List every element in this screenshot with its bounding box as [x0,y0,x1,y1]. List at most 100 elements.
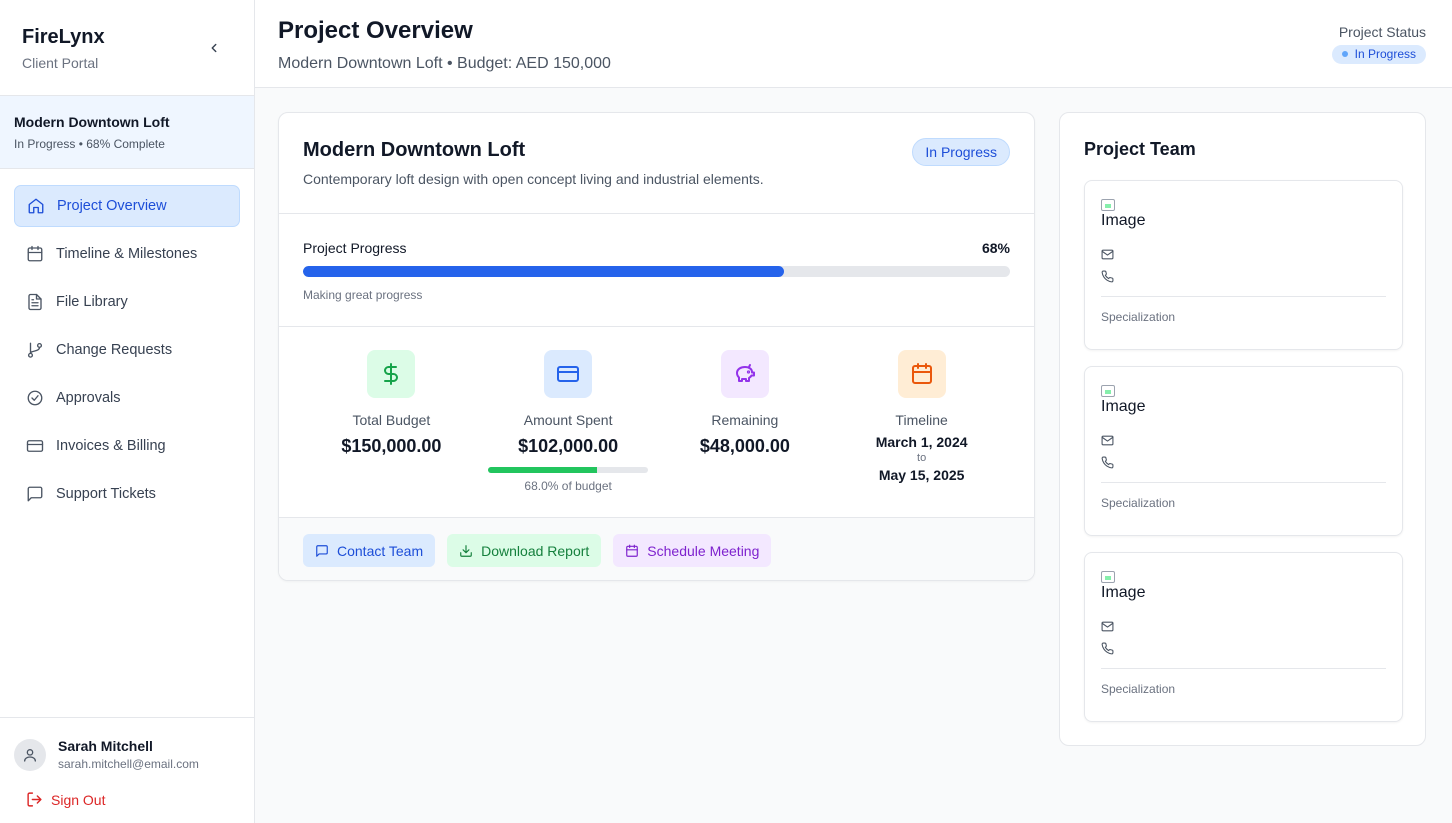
collapse-sidebar-button[interactable] [204,38,224,58]
phone-icon [1101,642,1114,654]
progress-label: Project Progress [303,240,407,256]
brand-subtitle: Client Portal [22,55,99,71]
contact-team-label: Contact Team [337,542,424,559]
member-email[interactable] [1101,243,1386,265]
brand-name: FireLynx [22,26,105,48]
member-specialization: Specialization [1101,496,1176,510]
phone-icon [1101,270,1114,282]
file-icon [26,293,44,311]
download-report-label: Download Report [481,542,590,559]
piggy-bank-icon [720,350,769,398]
sidebar-item-label: Support Tickets [56,486,156,502]
project-description: Contemporary loft design with open conce… [303,171,764,187]
project-summary[interactable]: Modern Downtown Loft In Progress • 68% C… [0,96,254,169]
mail-icon [1101,621,1114,631]
project-actions: Contact Team Download Report Schedule Me… [279,518,1034,580]
sidebar-item-timeline[interactable]: Timeline & Milestones [14,233,240,275]
brand: FireLynx Client Portal [0,0,254,96]
chevron-left-icon [211,43,217,53]
spent-note: 68.0% of budget [524,479,612,493]
spent-bar [488,467,649,473]
sidebar-item-approvals[interactable]: Approvals [14,377,240,419]
stat-value: $102,000.00 [518,436,619,456]
sidebar-item-invoices[interactable]: Invoices & Billing [14,425,240,467]
member-phone[interactable] [1101,451,1386,473]
member-image: Image [1101,385,1149,429]
sidebar-item-project-overview[interactable]: Project Overview [14,185,240,227]
mail-icon [1101,249,1114,259]
status-dot-icon [1341,51,1348,57]
sidebar-item-file-library[interactable]: File Library [14,281,240,323]
page-header: Project Overview Modern Downtown Loft • … [255,0,1452,88]
member-image-alt: Image [1101,398,1146,415]
member-specialization: Specialization [1101,682,1176,696]
phone-icon [1101,456,1114,468]
download-icon [459,544,473,558]
timeline-to: to [917,452,927,464]
member-image-alt: Image [1101,212,1146,229]
project-status: Project Status In Progress [1331,24,1426,64]
member-specialization: Specialization [1101,310,1176,324]
stat-amount-spent: Amount Spent $102,000.00 68.0% of budget [480,350,657,517]
project-status-label: Project Status [1338,24,1426,40]
sign-out-button[interactable]: Sign Out [26,791,240,808]
user-email: sarah.mitchell@email.com [58,757,199,771]
user-name: Sarah Mitchell [58,738,153,754]
download-report-button[interactable]: Download Report [447,534,602,567]
calendar-icon [897,350,946,398]
stat-label: Total Budget [352,412,431,428]
contact-team-button[interactable]: Contact Team [303,534,436,567]
team-member-card: Image Specialization [1084,552,1403,722]
calendar-icon [26,245,44,263]
user-box: Sarah Mitchell sarah.mitchell@email.com … [0,717,254,823]
progress-bar-fill [303,266,784,277]
log-out-icon [26,791,43,808]
credit-card-icon [544,350,593,398]
status-badge: In Progress [1331,45,1426,64]
project-card: Modern Downtown Loft Contemporary loft d… [278,112,1035,581]
schedule-meeting-label: Schedule Meeting [647,542,760,559]
stat-value: $150,000.00 [341,436,442,456]
sidebar-item-label: Approvals [56,390,121,406]
project-team-title: Project Team [1084,139,1196,159]
page-title: Project Overview [278,17,473,44]
member-image-alt: Image [1101,584,1146,601]
member-phone[interactable] [1101,637,1386,659]
project-status-badge: In Progress [912,138,1010,166]
timeline-end: May 15, 2025 [878,467,965,483]
project-progress: Project Progress 68% Making great progre… [279,214,1034,327]
user-icon [24,748,36,762]
broken-image-icon [1101,385,1115,397]
home-icon [27,197,45,215]
member-email[interactable] [1101,615,1386,637]
credit-card-icon [26,437,44,455]
user-profile[interactable]: Sarah Mitchell sarah.mitchell@email.com [14,738,240,771]
member-email[interactable] [1101,429,1386,451]
sign-out-label: Sign Out [51,791,106,808]
progress-bar [303,266,1010,277]
sidebar-item-change-requests[interactable]: Change Requests [14,329,240,371]
project-summary-meta: In Progress • 68% Complete [14,137,165,151]
budget-stats: Total Budget $150,000.00 Amount Spent $1… [279,327,1034,518]
page-subtitle: Modern Downtown Loft • Budget: AED 150,0… [278,55,611,72]
sidebar-item-label: Timeline & Milestones [56,246,198,262]
check-circle-icon [26,389,44,407]
member-phone[interactable] [1101,265,1386,287]
status-badge-text: In Progress [1354,47,1416,61]
message-icon [315,544,329,558]
sidebar-item-support-tickets[interactable]: Support Tickets [14,473,240,515]
stat-remaining: Remaining $48,000.00 [657,350,834,517]
mail-icon [1101,435,1114,445]
team-member-card: Image Specialization [1084,180,1403,350]
calendar-icon [625,544,639,558]
progress-percent: 68% [981,240,1010,256]
stat-label: Amount Spent [523,412,613,428]
broken-image-icon [1101,571,1115,583]
broken-image-icon [1101,199,1115,211]
timeline-start: March 1, 2024 [875,434,968,450]
project-title: Modern Downtown Loft [303,139,526,161]
git-branch-icon [26,341,44,359]
stat-label: Remaining [711,412,779,428]
schedule-meeting-button[interactable]: Schedule Meeting [613,534,772,567]
divider [1101,296,1386,297]
